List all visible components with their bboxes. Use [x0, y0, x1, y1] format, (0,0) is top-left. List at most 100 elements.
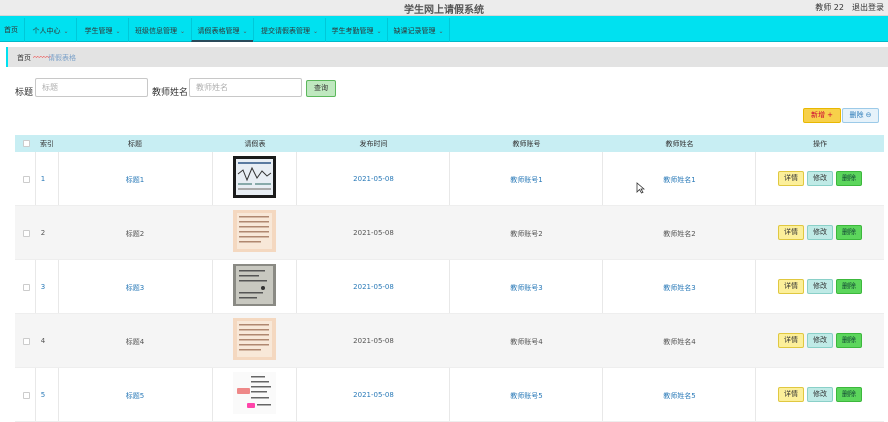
col-header-leave-form: 请假表	[244, 140, 266, 148]
row-teacher-name: 教师姓名3	[663, 284, 696, 292]
row-teacher-account: 教师账号3	[510, 284, 543, 292]
row-teacher-account: 教师账号4	[510, 338, 543, 346]
add-button[interactable]: 新增 +	[803, 108, 841, 123]
breadcrumb: 首页 ᨓᨓᨓ 请假表格	[6, 47, 888, 67]
nav-label: 班级信息管理	[134, 27, 177, 35]
row-teacher-account: 教师账号1	[510, 176, 543, 184]
current-user: 教师 22	[815, 3, 844, 12]
teacher-filter-label: 教师姓名	[152, 88, 189, 98]
row-teacher-name: 教师姓名1	[663, 176, 696, 184]
detail-button[interactable]: 详情	[778, 387, 804, 402]
col-header-actions: 操作	[813, 140, 827, 148]
edit-button[interactable]: 修改	[807, 333, 833, 348]
delete-button[interactable]: 删除	[836, 387, 862, 402]
leave-form-thumbnail[interactable]	[233, 318, 276, 360]
table-row: 3 标题3 2021-05-08 教师账号3 教师姓名3 详情 修改 删除	[15, 260, 884, 314]
row-date: 2021-05-08	[353, 283, 394, 291]
row-teacher-account: 教师账号5	[510, 392, 543, 400]
nav-label: 请假表格管理	[197, 27, 240, 35]
row-title[interactable]: 标题2	[60, 229, 210, 239]
title-filter-label: 标题	[15, 88, 34, 98]
logout-link[interactable]: 退出登录	[852, 2, 884, 13]
row-date: 2021-05-08	[353, 391, 394, 399]
edit-button[interactable]: 修改	[807, 171, 833, 186]
col-header-title: 标题	[128, 140, 142, 148]
nav-item-leave-forms[interactable]: 请假表格管理 ⌄	[191, 18, 253, 42]
row-teacher-account: 教师账号2	[510, 230, 543, 238]
nav-home[interactable]: 首页	[4, 25, 18, 35]
row-index: 3	[40, 283, 46, 291]
row-date: 2021-05-08	[353, 337, 394, 345]
delete-button[interactable]: 删除	[836, 225, 862, 240]
mouse-cursor-icon	[636, 182, 645, 194]
nav-item-attendance[interactable]: 学生考勤管理 ⌄	[325, 18, 387, 42]
detail-button[interactable]: 详情	[778, 333, 804, 348]
app-title: 学生网上请假系统	[404, 5, 484, 16]
row-teacher-name: 教师姓名2	[663, 230, 696, 238]
row-index: 4	[40, 337, 46, 345]
row-date: 2021-05-08	[353, 175, 394, 183]
col-header-teacher-account: 教师账号	[512, 140, 541, 148]
nav-label: 提交请假表管理	[260, 27, 310, 35]
col-header-teacher-name: 教师姓名	[665, 140, 694, 148]
query-button[interactable]: 查询	[306, 80, 336, 97]
delete-button[interactable]: 删除	[836, 279, 862, 294]
leave-form-thumbnail[interactable]	[233, 156, 276, 198]
row-checkbox[interactable]	[23, 284, 30, 291]
row-title[interactable]: 标题5	[60, 391, 210, 401]
nav-label: 学生管理	[84, 27, 113, 35]
detail-button[interactable]: 详情	[778, 279, 804, 294]
table-row: 1 标题1 2021-05-08 教师账号1 教师姓名1 详情 修改 删除	[15, 152, 884, 206]
chevron-down-icon: ⌄	[376, 28, 382, 35]
col-header-publish-time: 发布时间	[359, 140, 388, 148]
table-row: 4 标题4 2021-05-08 教师账号4 教师姓名4 详情 修改 删除	[15, 314, 884, 368]
chevron-down-icon: ⌄	[115, 28, 121, 35]
teacher-name-search-input[interactable]	[189, 78, 302, 97]
edit-button[interactable]: 修改	[807, 279, 833, 294]
detail-button[interactable]: 详情	[778, 171, 804, 186]
chevron-down-icon: ⌄	[242, 28, 248, 35]
nav-item-absence[interactable]: 缺课记录管理 ⌄	[387, 18, 450, 42]
nav-label: 缺课记录管理	[393, 27, 436, 35]
top-nav: 首页 个人中心 ⌄ 学生管理 ⌄ 班级信息管理 ⌄ 请假表格管理 ⌄ 提交请假表管理 ⌄ …	[0, 16, 888, 42]
row-teacher-name: 教师姓名5	[663, 392, 696, 400]
batch-delete-button[interactable]: 删除 ⊖	[842, 108, 879, 123]
leave-form-thumbnail[interactable]	[233, 264, 276, 306]
row-index: 2	[40, 229, 46, 237]
nav-item-class-info[interactable]: 班级信息管理 ⌄	[128, 18, 191, 42]
title-bar: 学生网上请假系统 教师 22 退出登录	[0, 0, 888, 16]
title-search-input[interactable]	[35, 78, 148, 97]
select-all-checkbox[interactable]	[23, 140, 30, 147]
delete-button[interactable]: 删除	[836, 171, 862, 186]
edit-button[interactable]: 修改	[807, 387, 833, 402]
leave-form-thumbnail[interactable]	[233, 210, 276, 252]
breadcrumb-home[interactable]: 首页	[17, 53, 31, 63]
nav-label: 学生考勤管理	[331, 27, 374, 35]
col-header-index: 索引	[40, 140, 54, 148]
breadcrumb-current: 请假表格	[48, 54, 76, 62]
nav-item-personal[interactable]: 个人中心 ⌄	[24, 18, 76, 42]
row-title[interactable]: 标题4	[60, 337, 210, 347]
table-header: 索引 标题 请假表 发布时间 教师账号 教师姓名 操作	[15, 135, 884, 152]
table-row: 2 标题2 2021-05-08 教师账号2 教师姓名2 详情 修改 删除	[15, 206, 884, 260]
row-checkbox[interactable]	[23, 392, 30, 399]
edit-button[interactable]: 修改	[807, 225, 833, 240]
delete-button[interactable]: 删除	[836, 333, 862, 348]
chevron-down-icon: ⌄	[179, 28, 186, 35]
chevron-down-icon: ⌄	[63, 28, 69, 35]
row-teacher-name: 教师姓名4	[663, 338, 696, 346]
row-checkbox[interactable]	[23, 230, 30, 237]
row-index: 1	[40, 175, 46, 183]
leave-form-thumbnail[interactable]	[233, 372, 276, 414]
nav-label: 个人中心	[32, 27, 61, 35]
row-title[interactable]: 标题1	[60, 175, 210, 185]
detail-button[interactable]: 详情	[778, 225, 804, 240]
row-checkbox[interactable]	[23, 176, 30, 183]
row-checkbox[interactable]	[23, 338, 30, 345]
row-title[interactable]: 标题3	[60, 283, 210, 293]
chevron-down-icon: ⌄	[312, 28, 319, 35]
nav-item-students[interactable]: 学生管理 ⌄	[76, 18, 128, 42]
row-date: 2021-05-08	[353, 229, 394, 237]
nav-item-submit-leave[interactable]: 提交请假表管理 ⌄	[253, 18, 325, 42]
row-index: 5	[40, 391, 46, 399]
